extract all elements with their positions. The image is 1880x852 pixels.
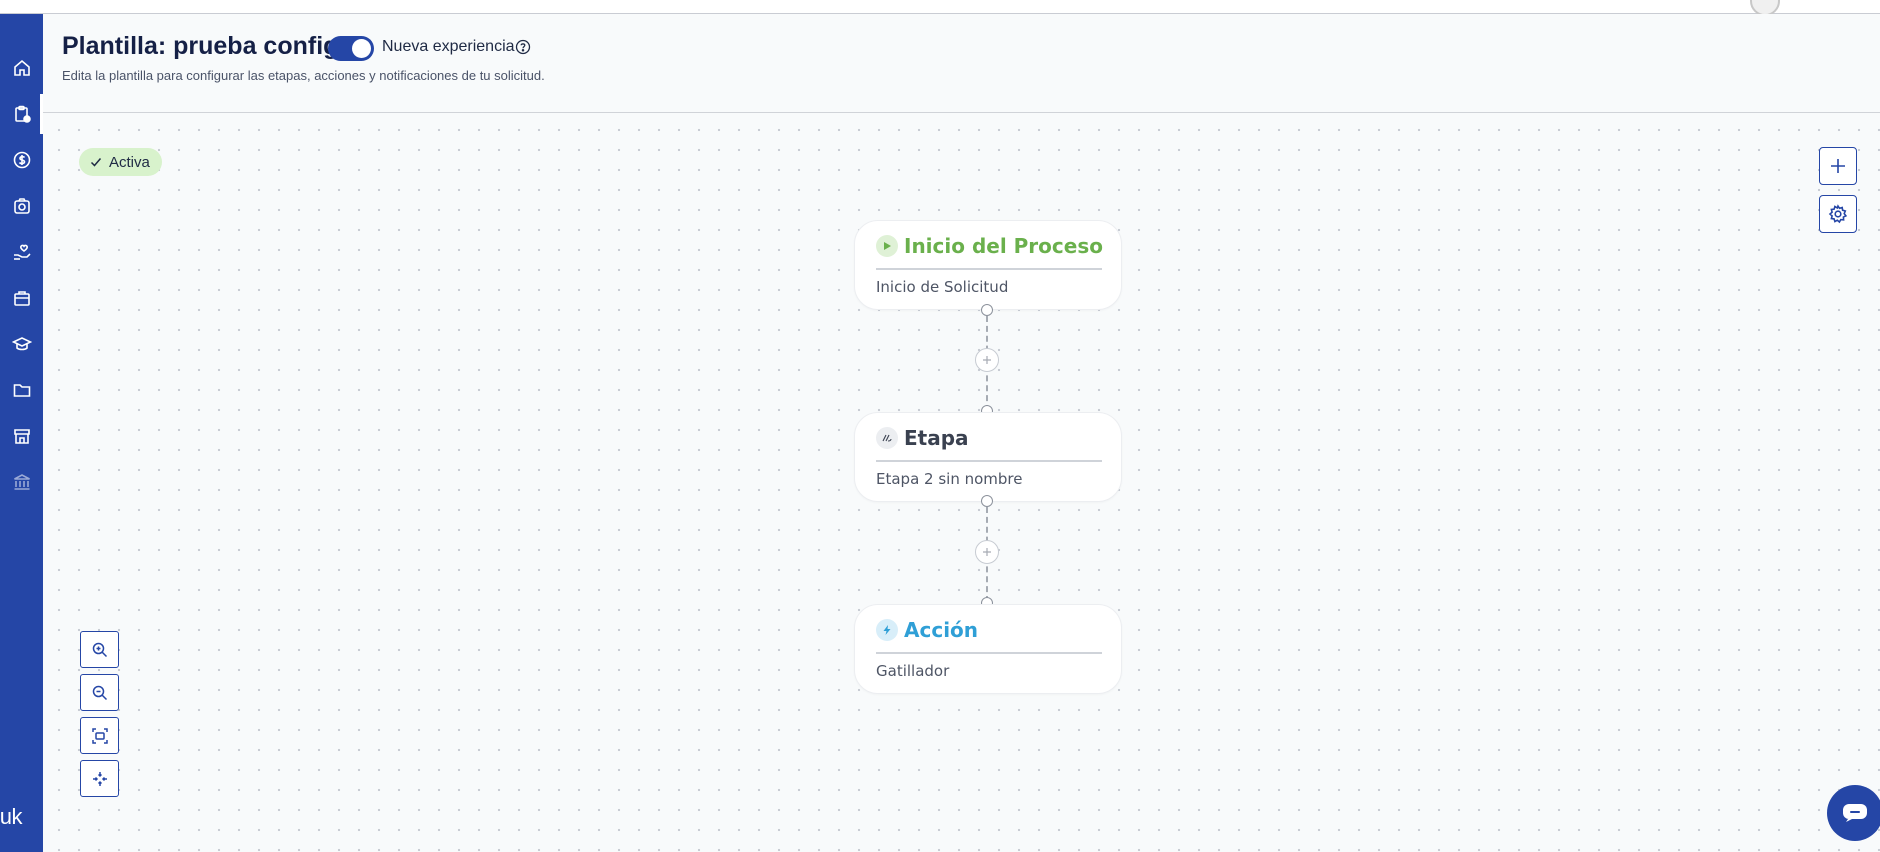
- flow-node-start[interactable]: Inicio del Proceso Inicio de Solicitud: [854, 220, 1122, 310]
- node-icon-badge: [876, 427, 898, 449]
- chat-icon: [1843, 804, 1867, 822]
- sidebar-item-learning[interactable]: [0, 324, 43, 364]
- node-title: Acción: [904, 618, 979, 642]
- briefcase-icon: [13, 291, 30, 306]
- sidebar-item-payroll[interactable]: [0, 140, 43, 180]
- page-title: Plantilla: prueba config: [62, 32, 339, 60]
- clipboard-settings-icon: [14, 105, 31, 123]
- fit-view-icon: [91, 727, 108, 744]
- graduation-cap-icon: [11, 337, 32, 351]
- node-header: Inicio del Proceso: [876, 231, 1103, 261]
- node-divider: [876, 460, 1102, 462]
- plus-icon: [983, 548, 991, 556]
- node-divider: [876, 268, 1102, 270]
- node-header: Etapa: [876, 423, 969, 453]
- sidebar-item-store[interactable]: [0, 416, 43, 456]
- check-icon: [90, 158, 102, 167]
- sidebar-item-bank[interactable]: [0, 462, 43, 502]
- zoom-out-icon: [92, 685, 107, 700]
- zoom-in-button[interactable]: [80, 631, 119, 668]
- camera-icon: [13, 198, 30, 214]
- fit-view-button[interactable]: [80, 717, 119, 754]
- node-header: Acción: [876, 615, 978, 645]
- sidebar-item-benefits[interactable]: [0, 232, 43, 272]
- add-step-button[interactable]: [975, 540, 999, 564]
- node-icon-badge: [876, 235, 898, 257]
- node-subtitle: Gatillador: [876, 662, 950, 680]
- sidebar-item-documents[interactable]: [0, 370, 43, 410]
- hand-heart-icon: [13, 244, 31, 260]
- dollar-icon: [13, 151, 30, 169]
- plus-icon: [983, 356, 991, 364]
- node-subtitle: Inicio de Solicitud: [876, 278, 1009, 296]
- store-icon: [13, 429, 30, 444]
- zoom-out-button[interactable]: [80, 674, 119, 711]
- home-icon: [13, 59, 30, 76]
- status-badge: Activa: [79, 148, 162, 176]
- sidebar-item-home[interactable]: [0, 48, 43, 88]
- new-experience-toggle[interactable]: [328, 36, 374, 61]
- new-experience-label: Nueva experiencia: [382, 38, 515, 55]
- page-header: Plantilla: prueba config Nueva experienc…: [43, 14, 1880, 113]
- toggle-knob: [352, 39, 371, 58]
- collapse-icon: [92, 771, 107, 786]
- node-handle[interactable]: [981, 304, 993, 316]
- play-icon: [884, 242, 891, 250]
- page-subtitle: Edita la plantilla para configurar las e…: [62, 68, 545, 83]
- node-title: Inicio del Proceso: [904, 234, 1103, 258]
- status-label: Activa: [109, 153, 150, 171]
- node-divider: [876, 652, 1102, 654]
- node-icon-badge: [876, 619, 898, 641]
- canvas-settings-button[interactable]: [1819, 195, 1857, 233]
- zoom-in-icon: [92, 642, 107, 657]
- sidebar: buk: [0, 14, 43, 852]
- brand-logo: buk: [0, 804, 22, 829]
- sidebar-item-requests[interactable]: [0, 94, 43, 134]
- sidebar-item-camera[interactable]: [0, 186, 43, 226]
- stage-icon: [882, 434, 892, 442]
- top-bar: [0, 0, 1880, 16]
- help-icon[interactable]: [515, 39, 531, 55]
- node-title: Etapa: [904, 426, 969, 450]
- plus-icon: [1831, 159, 1845, 173]
- center-view-button[interactable]: [80, 760, 119, 797]
- bolt-icon: [883, 625, 891, 635]
- node-handle[interactable]: [981, 495, 993, 507]
- add-step-button[interactable]: [975, 348, 999, 372]
- sidebar-item-jobs[interactable]: [0, 278, 43, 318]
- flow-node-action[interactable]: Acción Gatillador: [854, 604, 1122, 694]
- gear-icon: [1828, 204, 1848, 224]
- bank-icon: [13, 474, 30, 490]
- add-element-button[interactable]: [1819, 147, 1857, 185]
- flow-node-stage[interactable]: Etapa Etapa 2 sin nombre: [854, 412, 1122, 502]
- folder-icon: [13, 384, 30, 397]
- node-subtitle: Etapa 2 sin nombre: [876, 470, 1023, 488]
- chat-support-button[interactable]: [1827, 785, 1880, 841]
